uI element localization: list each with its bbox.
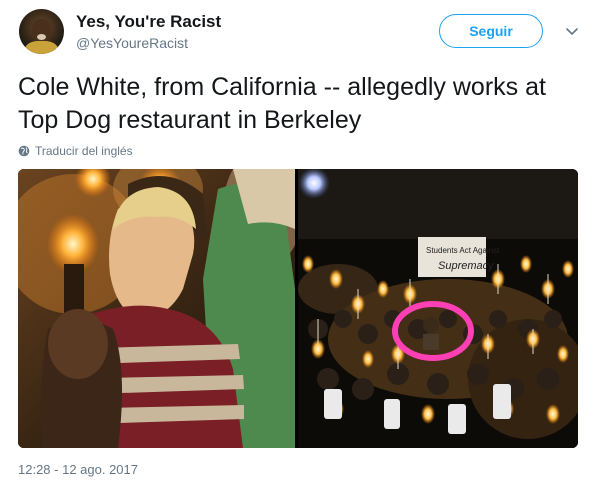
user-name[interactable]: Yes, You're Racist bbox=[76, 12, 221, 32]
protest-sign-text: Students Act Against bbox=[426, 246, 500, 255]
translate-link[interactable]: Traducir del inglés bbox=[18, 143, 133, 159]
tweet-timestamp[interactable]: 12:28 - 12 ago. 2017 bbox=[18, 462, 138, 477]
tweet-header: Yes, You're Racist @YesYoureRacist Segui… bbox=[19, 9, 584, 59]
follow-button[interactable]: Seguir bbox=[439, 14, 543, 48]
avatar[interactable] bbox=[19, 9, 64, 54]
globe-icon bbox=[18, 145, 30, 157]
tweet-text: Cole White, from California -- allegedly… bbox=[18, 73, 546, 134]
photo-left-drawing bbox=[18, 169, 295, 448]
photo-right-drawing: Students Act Against Supremacy bbox=[298, 169, 578, 448]
tweet-media: Students Act Against Supremacy bbox=[18, 169, 578, 448]
translate-label: Traducir del inglés bbox=[35, 144, 133, 158]
media-photo-left[interactable] bbox=[18, 169, 295, 448]
chevron-down-icon[interactable] bbox=[563, 22, 581, 40]
protest-sign-text-2: Supremacy bbox=[438, 260, 495, 272]
media-photo-right[interactable]: Students Act Against Supremacy bbox=[298, 169, 578, 448]
user-handle[interactable]: @YesYoureRacist bbox=[76, 35, 188, 51]
avatar-body bbox=[25, 41, 58, 54]
avatar-mouth bbox=[37, 34, 46, 40]
